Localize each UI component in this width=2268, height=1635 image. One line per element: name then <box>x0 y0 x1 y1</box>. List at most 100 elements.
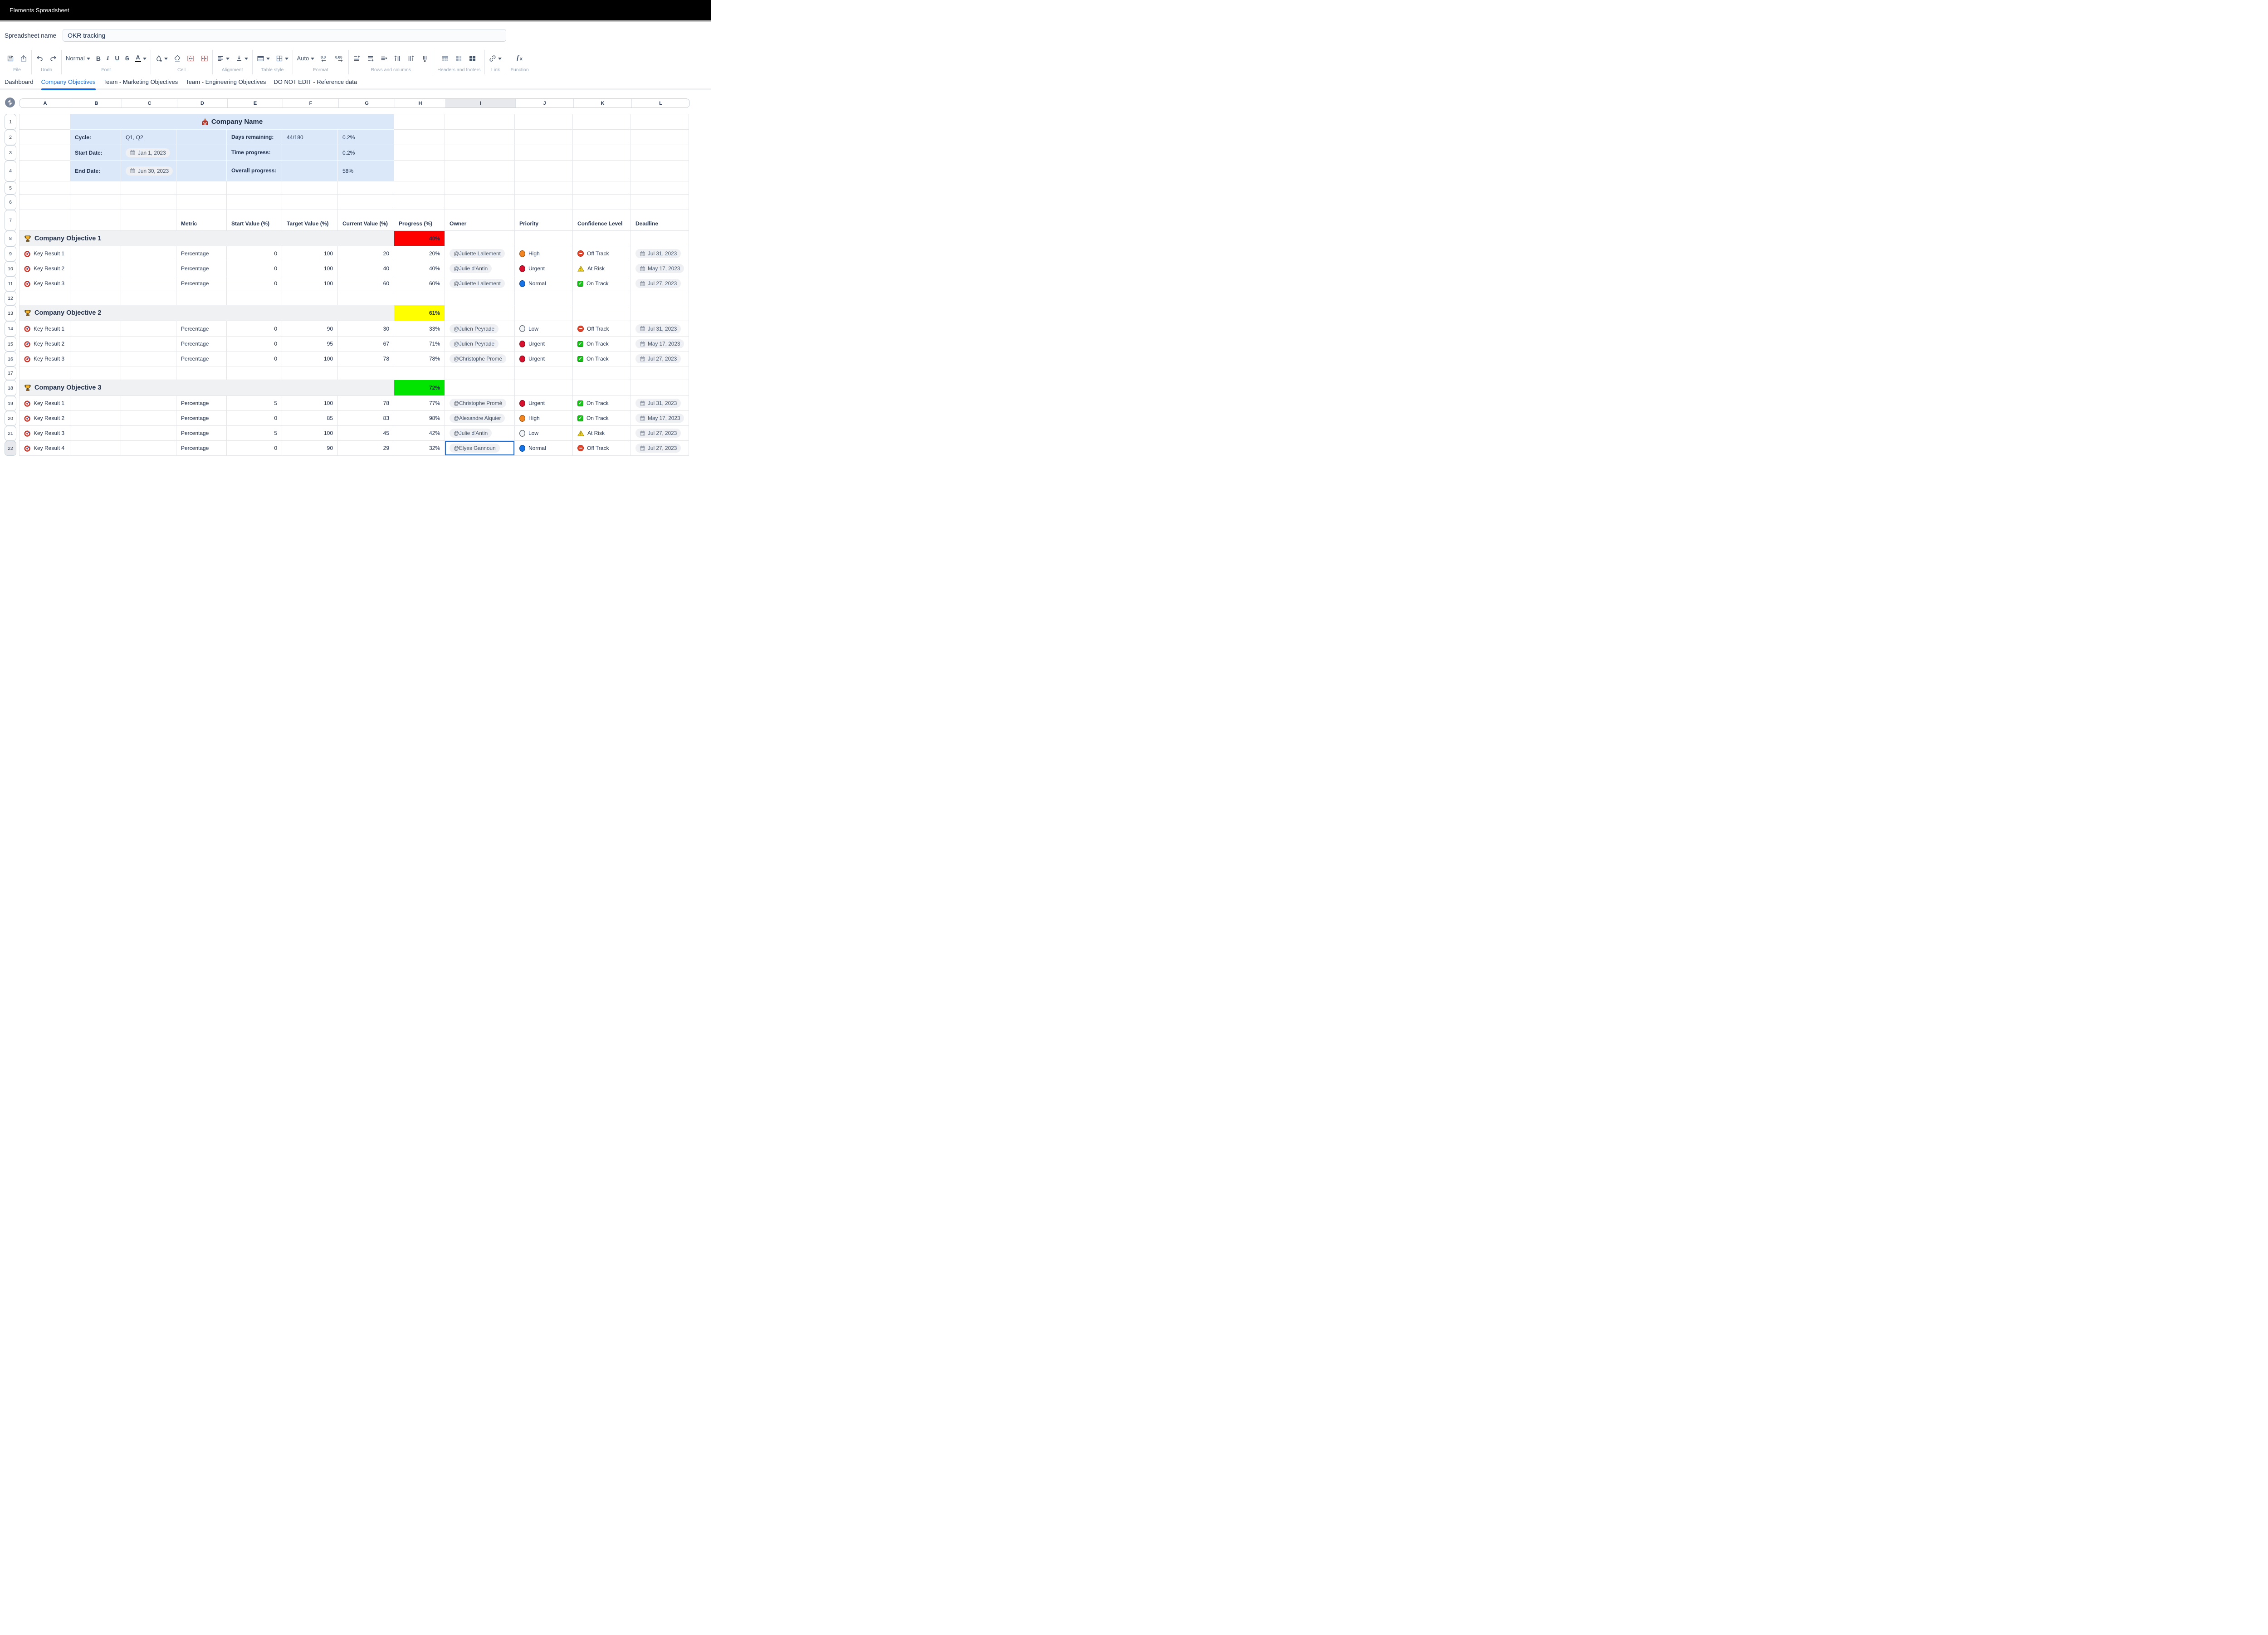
undo-button[interactable] <box>36 55 44 62</box>
cell-I18[interactable] <box>445 380 515 396</box>
cell-K13[interactable] <box>573 305 631 321</box>
cell-J5[interactable] <box>515 181 573 195</box>
cell-I8[interactable] <box>445 231 515 246</box>
table-style-button[interactable] <box>257 55 270 62</box>
cell-C9[interactable] <box>121 246 176 261</box>
cell-F6[interactable] <box>282 195 338 210</box>
cell-G4[interactable]: 58% <box>338 161 394 181</box>
cell-H15[interactable]: 71% <box>394 337 445 351</box>
cell-L20-deadline[interactable]: May 17, 2023 <box>631 411 689 426</box>
row-header-4[interactable]: 4 <box>5 161 16 181</box>
cell-F11[interactable]: 100 <box>282 276 338 291</box>
cell-K8[interactable] <box>573 231 631 246</box>
vertical-align-button[interactable] <box>235 55 248 62</box>
cell-I12[interactable] <box>445 291 515 305</box>
cell-I1[interactable] <box>445 114 515 130</box>
row-header-6[interactable]: 6 <box>5 195 16 210</box>
cell-C6[interactable] <box>121 195 176 210</box>
cell-K21-confidence[interactable]: At Risk <box>573 426 631 441</box>
cell-J6[interactable] <box>515 195 573 210</box>
cell-C4[interactable]: Jun 30, 2023 <box>121 161 176 181</box>
cell-F4[interactable] <box>282 161 338 181</box>
cell-C20[interactable] <box>121 411 176 426</box>
cell-E6[interactable] <box>227 195 282 210</box>
cell-K7-header[interactable]: Confidence Level <box>573 210 631 231</box>
cell-G2[interactable]: 0.2% <box>338 130 394 145</box>
row-header-20[interactable]: 20 <box>5 411 16 426</box>
cell-J17[interactable] <box>515 366 573 380</box>
cell-D21[interactable]: Percentage <box>176 426 227 441</box>
cell-C5[interactable] <box>121 181 176 195</box>
cell-H16[interactable]: 78% <box>394 351 445 366</box>
merge-cells-button[interactable] <box>187 55 195 62</box>
cell-D4[interactable] <box>176 161 227 181</box>
cell-B21[interactable] <box>70 426 121 441</box>
column-header-C[interactable]: C <box>122 99 177 107</box>
cell-F17[interactable] <box>282 366 338 380</box>
number-format-button[interactable]: Auto <box>297 55 315 62</box>
cell-J22-priority[interactable]: Normal <box>515 441 573 456</box>
cell-H1[interactable] <box>394 114 445 130</box>
row-header-9[interactable]: 9 <box>5 246 16 261</box>
cell-B14[interactable] <box>70 321 121 337</box>
cell-C16[interactable] <box>121 351 176 366</box>
row-header-16[interactable]: 16 <box>5 351 16 366</box>
cell-C12[interactable] <box>121 291 176 305</box>
cell-L2[interactable] <box>631 130 689 145</box>
cell-H3[interactable] <box>394 145 445 161</box>
cell-I11-owner[interactable]: @Juliette Lallement <box>445 276 515 291</box>
row-header-11[interactable]: 11 <box>5 276 16 291</box>
cell-D17[interactable] <box>176 366 227 380</box>
cell-H10[interactable]: 40% <box>394 261 445 276</box>
cell-A21-key-result[interactable]: Key Result 3 <box>19 426 70 441</box>
cell-G9[interactable]: 20 <box>338 246 394 261</box>
cell-J21-priority[interactable]: Low <box>515 426 573 441</box>
header-all-button[interactable] <box>469 55 476 62</box>
delete-column-button[interactable] <box>421 55 429 62</box>
cell-A20-key-result[interactable]: Key Result 2 <box>19 411 70 426</box>
row-header-8[interactable]: 8 <box>5 231 16 246</box>
borders-button[interactable] <box>276 55 288 62</box>
cell-J3[interactable] <box>515 145 573 161</box>
row-header-5[interactable]: 5 <box>5 181 16 195</box>
cell-L3[interactable] <box>631 145 689 161</box>
cell-G15[interactable]: 67 <box>338 337 394 351</box>
cell-C7[interactable] <box>121 210 176 231</box>
delete-row-button[interactable] <box>380 55 388 62</box>
cell-L1[interactable] <box>631 114 689 130</box>
cell-A4[interactable] <box>19 161 70 181</box>
row-header-18[interactable]: 18 <box>5 380 16 396</box>
column-header-I[interactable]: I <box>445 99 515 107</box>
row-header-14[interactable]: 14 <box>5 321 16 337</box>
tab-team-engineering-objectives[interactable]: Team - Engineering Objectives <box>186 78 266 85</box>
cell-G10[interactable]: 40 <box>338 261 394 276</box>
column-header-F[interactable]: F <box>283 99 338 107</box>
insert-row-above-button[interactable] <box>353 55 361 62</box>
cell-B16[interactable] <box>70 351 121 366</box>
cell-L21-deadline[interactable]: Jul 27, 2023 <box>631 426 689 441</box>
cell-J14-priority[interactable]: Low <box>515 321 573 337</box>
cell-K6[interactable] <box>573 195 631 210</box>
row-header-7[interactable]: 7 <box>5 210 16 231</box>
cell-A5[interactable] <box>19 181 70 195</box>
cell-D6[interactable] <box>176 195 227 210</box>
cell-F14[interactable]: 90 <box>282 321 338 337</box>
spreadsheet-name-input[interactable] <box>63 29 506 42</box>
row-header-15[interactable]: 15 <box>5 337 16 351</box>
save-button[interactable] <box>7 55 14 62</box>
cell-F2[interactable]: 44/180 <box>282 130 338 145</box>
cell-E5[interactable] <box>227 181 282 195</box>
cell-G22[interactable]: 29 <box>338 441 394 456</box>
cell-J16-priority[interactable]: Urgent <box>515 351 573 366</box>
cell-B17[interactable] <box>70 366 121 380</box>
row-header-2[interactable]: 2 <box>5 130 16 145</box>
cell-E2[interactable]: Days remaining: <box>227 130 282 145</box>
column-header-A[interactable]: A <box>20 99 71 107</box>
header-row-button[interactable] <box>441 55 449 62</box>
cell-K18[interactable] <box>573 380 631 396</box>
cell-F16[interactable]: 100 <box>282 351 338 366</box>
objective-title-cell[interactable]: Company Objective 3 <box>19 380 394 396</box>
cell-E3[interactable]: Time progress: <box>227 145 282 161</box>
cell-G12[interactable] <box>338 291 394 305</box>
header-column-button[interactable] <box>455 55 463 62</box>
